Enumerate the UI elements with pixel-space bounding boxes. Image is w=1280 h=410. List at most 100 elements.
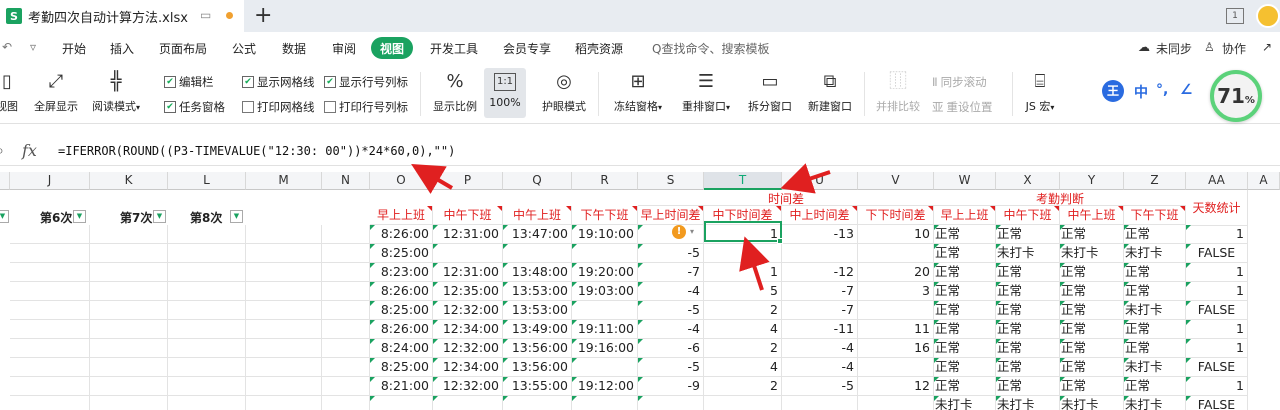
cell-z[interactable]: 未打卡 (1124, 358, 1186, 377)
cell-p[interactable] (433, 244, 503, 263)
cell-s[interactable]: -9 (638, 377, 704, 396)
header-z[interactable]: 下午下班 (1124, 206, 1186, 225)
cell-p[interactable]: 12:32:00 (433, 377, 503, 396)
cell-x[interactable]: 未打卡 (996, 244, 1060, 263)
cell-y[interactable]: 正常 (1060, 263, 1124, 282)
ime-handwriting-icon[interactable]: ∠ (1180, 82, 1193, 98)
checkbox-print-headings[interactable]: 打印行号列标 (324, 99, 408, 115)
cell-y[interactable]: 正常 (1060, 377, 1124, 396)
cell-z[interactable]: 正常 (1124, 339, 1186, 358)
cell-aa[interactable]: 1 (1186, 377, 1248, 396)
js-macro-button[interactable]: ⌸ JS 宏▾ (1018, 70, 1062, 114)
cell-p[interactable]: 12:31:00 (433, 225, 503, 244)
cell-empty[interactable] (322, 339, 370, 358)
ime-punctuation-toggle[interactable]: °, (1156, 82, 1168, 98)
cell-r[interactable] (572, 396, 638, 410)
cell-t[interactable] (704, 244, 782, 263)
arrange-window-button[interactable]: ☰ 重排窗口▾ (674, 70, 738, 114)
cell-aa[interactable]: FALSE (1186, 358, 1248, 377)
cell-aa[interactable]: FALSE (1186, 396, 1248, 410)
column-header-v[interactable]: V (858, 172, 934, 190)
cell-t[interactable]: 2 (704, 339, 782, 358)
cell-w[interactable]: 正常 (934, 225, 996, 244)
cell-r[interactable] (572, 301, 638, 320)
header-s[interactable]: 早上时间差 (638, 206, 704, 225)
column-header-aa[interactable]: AA (1186, 172, 1248, 190)
cell-empty[interactable] (10, 263, 90, 282)
column-header-y[interactable]: Y (1060, 172, 1124, 190)
undo-icon[interactable]: ↶ (2, 40, 12, 54)
cell-v[interactable] (858, 396, 934, 410)
cell-s[interactable]: -7 (638, 263, 704, 282)
cell-empty[interactable] (322, 377, 370, 396)
cell-x[interactable]: 正常 (996, 339, 1060, 358)
cell-y[interactable]: 未打卡 (1060, 244, 1124, 263)
header-x[interactable]: 中午下班 (996, 206, 1060, 225)
cell-empty[interactable] (322, 396, 370, 410)
cell-q[interactable] (503, 396, 572, 410)
cell-y[interactable]: 正常 (1060, 339, 1124, 358)
column-header-q[interactable]: Q (503, 172, 572, 190)
cell-z[interactable]: 正常 (1124, 263, 1186, 282)
checkbox-formula-bar[interactable]: ✔ 编辑栏 (164, 74, 214, 90)
cell-v[interactable]: 3 (858, 282, 934, 301)
fullscreen-button[interactable]: ⤢ 全屏显示 (30, 70, 82, 114)
cell-t[interactable]: 2 (704, 377, 782, 396)
cell-r[interactable]: 19:11:00 (572, 320, 638, 339)
cell-y[interactable]: 正常 (1060, 282, 1124, 301)
cell-r[interactable]: 19:16:00 (572, 339, 638, 358)
cell-empty[interactable] (168, 225, 246, 244)
cell-z[interactable]: 正常 (1124, 282, 1186, 301)
sync-scroll-button[interactable]: Ⅱ 同步滚动 (932, 74, 987, 90)
checkbox-task-pane[interactable]: ✔ 任务窗格 (164, 99, 225, 115)
cell-aa[interactable]: 1 (1186, 282, 1248, 301)
cell-x[interactable]: 正常 (996, 263, 1060, 282)
column-header-t[interactable]: T (704, 172, 782, 190)
cell-aa[interactable]: 1 (1186, 263, 1248, 282)
cell-s[interactable] (638, 225, 704, 244)
cell-empty[interactable] (10, 339, 90, 358)
cell-z[interactable]: 未打卡 (1124, 301, 1186, 320)
group-header-days[interactable]: 天数统计 (1186, 190, 1248, 226)
group-header-time-diff[interactable]: 时间差 (638, 190, 934, 206)
cell-empty[interactable] (90, 358, 168, 377)
share-icon[interactable]: ↗ (1262, 40, 1272, 54)
cell-o[interactable]: 8:24:00 (370, 339, 433, 358)
avatar[interactable] (1256, 4, 1280, 28)
cell-s[interactable]: -4 (638, 320, 704, 339)
cell-r[interactable]: 19:12:00 (572, 377, 638, 396)
cell-t[interactable]: 5 (704, 282, 782, 301)
header-v[interactable]: 下下时间差 (858, 206, 934, 225)
cell-r[interactable] (572, 244, 638, 263)
cell-empty[interactable] (246, 225, 322, 244)
cell-aa[interactable]: FALSE (1186, 244, 1248, 263)
cell-v[interactable]: 20 (858, 263, 934, 282)
cell-o[interactable]: 8:21:00 (370, 377, 433, 396)
fill-handle[interactable] (777, 238, 783, 244)
column-header-o[interactable]: O (370, 172, 433, 190)
column-header-k[interactable]: K (90, 172, 168, 190)
quick-access-dropdown-icon[interactable]: ▿ (30, 40, 36, 54)
column-header-l[interactable]: L (168, 172, 246, 190)
cell-empty[interactable] (10, 301, 90, 320)
cell-empty[interactable] (168, 377, 246, 396)
cell-v[interactable] (858, 244, 934, 263)
cell-r[interactable]: 19:20:00 (572, 263, 638, 282)
column-header-partial[interactable] (0, 172, 10, 190)
cell-v[interactable] (858, 358, 934, 377)
cell-aa[interactable]: FALSE (1186, 301, 1248, 320)
cell-x[interactable]: 正常 (996, 282, 1060, 301)
cell-y[interactable]: 未打卡 (1060, 396, 1124, 410)
cell-empty[interactable] (246, 339, 322, 358)
cell-w[interactable]: 未打卡 (934, 396, 996, 410)
filter-dropdown-button[interactable]: ▼ (153, 210, 166, 223)
function-icon[interactable]: fx (22, 141, 37, 160)
cell-p[interactable]: 12:34:00 (433, 358, 503, 377)
cell-x[interactable]: 正常 (996, 320, 1060, 339)
cell-q[interactable]: 13:56:00 (503, 339, 572, 358)
zoom-button[interactable]: % 显示比例 (430, 70, 480, 114)
spreadsheet-grid[interactable]: J K L M N O P Q R S T U V W X Y Z AA A 时间差 考勤判断 天数统计 早上上班 中午下班中… (0, 172, 1280, 410)
cell-p[interactable] (433, 396, 503, 410)
cell-empty[interactable] (322, 320, 370, 339)
cell-empty[interactable] (90, 301, 168, 320)
